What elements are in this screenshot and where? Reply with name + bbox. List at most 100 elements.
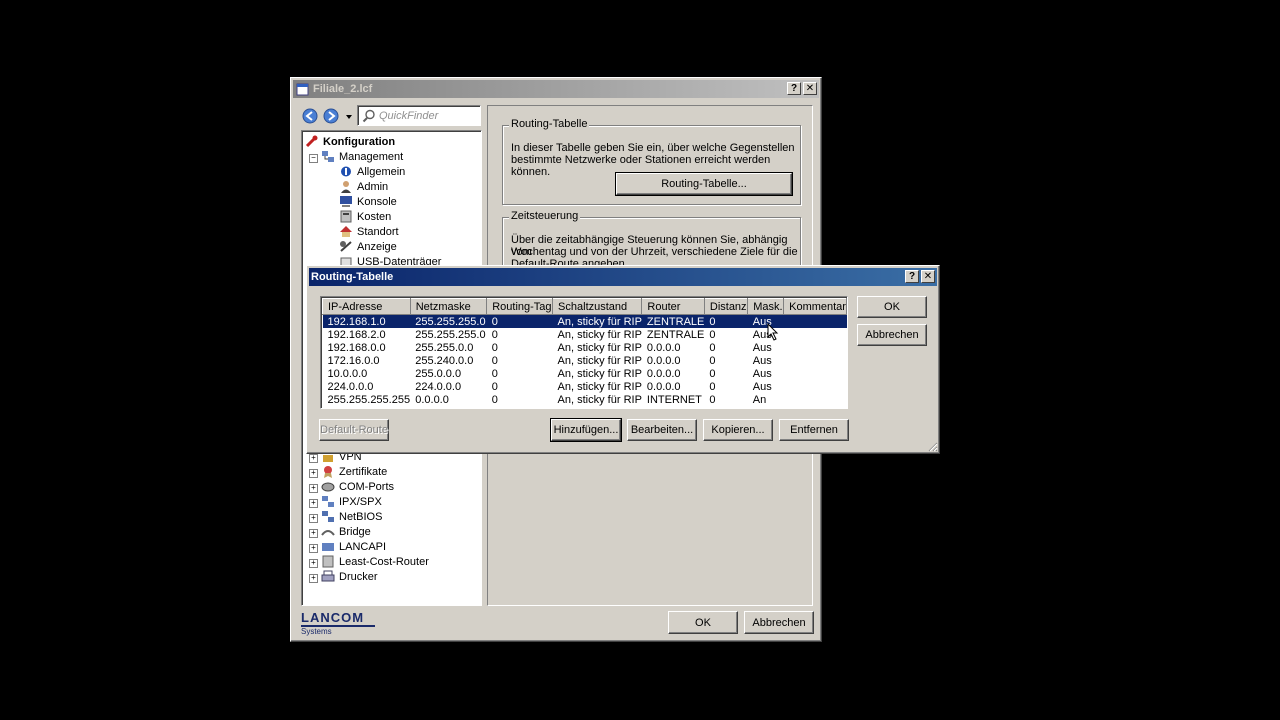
tree-item-kosten[interactable]: Kosten bbox=[339, 209, 391, 224]
col-netmask[interactable]: Netzmaske bbox=[409, 298, 488, 315]
route-row[interactable]: 255.255.255.255 0.0.0.0 0 An, sticky für RI… bbox=[323, 393, 847, 406]
col-state[interactable]: Schaltzustand bbox=[552, 298, 643, 315]
logo-sub: Systems bbox=[301, 627, 332, 636]
dialog-titlebar[interactable]: Routing-Tabelle ? ✕ bbox=[309, 268, 937, 286]
routing-table-button[interactable]: Routing-Tabelle... bbox=[615, 172, 793, 196]
cell-tag: 0 bbox=[491, 393, 498, 406]
cell-state: An, sticky für RIP bbox=[557, 380, 642, 393]
tree-item-drucker[interactable]: Drucker bbox=[321, 569, 378, 584]
forward-icon[interactable] bbox=[323, 108, 339, 124]
help-button[interactable]: ? bbox=[787, 82, 801, 95]
col-routing-tag[interactable]: Routing-Tag bbox=[486, 298, 554, 315]
cell-distance: 0 bbox=[709, 380, 716, 393]
route-row[interactable]: 172.16.0.0 255.240.0.0 0 An, sticky für RIP… bbox=[323, 354, 847, 367]
search-icon bbox=[362, 109, 375, 123]
tree-item-com-ports[interactable]: COM-Ports bbox=[321, 479, 394, 494]
tree-item-bridge[interactable]: Bridge bbox=[321, 524, 371, 539]
expand-toggle-zertifikate[interactable]: + bbox=[309, 469, 318, 478]
expand-toggle-netbios[interactable]: + bbox=[309, 514, 318, 523]
route-row[interactable]: 10.0.0.0 255.0.0.0 0 An, sticky für RIP 0.0.… bbox=[323, 367, 847, 380]
cell-tag: 0 bbox=[486, 314, 553, 328]
netbios-icon bbox=[322, 511, 334, 522]
cell-state: An, sticky für RIP bbox=[552, 314, 642, 328]
cell-netmask: 255.255.255.0 bbox=[410, 314, 487, 328]
quickfinder-field[interactable]: QuickFinder bbox=[357, 105, 481, 126]
cell-netmask: 255.240.0.0 bbox=[415, 354, 474, 367]
tree-item-netbios[interactable]: NetBIOS bbox=[321, 509, 382, 524]
cell-comment bbox=[784, 328, 847, 341]
col-comment[interactable]: Kommentar bbox=[783, 298, 847, 315]
cell-distance: 0 bbox=[709, 341, 716, 354]
cell-netmask: 255.255.0.0 bbox=[415, 341, 474, 354]
cell-router: ZENTRALE bbox=[641, 314, 705, 328]
route-row[interactable]: 192.168.0.0 255.255.0.0 0 An, sticky für RI… bbox=[323, 341, 847, 354]
cell-masq: An bbox=[752, 393, 767, 406]
cell-router: 0.0.0.0 bbox=[646, 367, 681, 380]
network-icon bbox=[322, 151, 334, 162]
chevron-down-icon[interactable] bbox=[345, 113, 353, 121]
cell-distance: 0 bbox=[704, 314, 748, 328]
routing-table-desc-line1: In dieser Tabelle geben Sie ein, über we… bbox=[511, 142, 795, 154]
dialog-cancel-button[interactable]: Abbrechen bbox=[857, 324, 927, 346]
cell-router: 0.0.0.0 bbox=[646, 380, 681, 393]
col-distance[interactable]: Distanz bbox=[703, 298, 749, 315]
tree-item-ipx[interactable]: IPX/SPX bbox=[321, 494, 382, 509]
admin-user-icon bbox=[341, 181, 351, 193]
ipx-icon bbox=[322, 496, 334, 507]
resize-grip-icon[interactable] bbox=[926, 440, 938, 452]
route-row[interactable]: 224.0.0.0 224.0.0.0 0 An, sticky für RIP 0.0… bbox=[323, 380, 847, 393]
cell-masq: Aus bbox=[752, 341, 772, 354]
edit-button[interactable]: Bearbeiten... bbox=[627, 419, 697, 441]
main-cancel-button[interactable]: Abbrechen bbox=[744, 611, 814, 634]
cell-tag: 0 bbox=[491, 367, 498, 380]
tree-item-standort[interactable]: Standort bbox=[339, 224, 399, 239]
routes-list-view[interactable]: IP-Adresse Netzmaske Routing-Tag Schaltz… bbox=[320, 296, 848, 409]
add-button[interactable]: Hinzufügen... bbox=[550, 418, 622, 442]
tree-item-konsole[interactable]: Konsole bbox=[339, 194, 397, 209]
tree-item-least-cost-router[interactable]: Least-Cost-Router bbox=[321, 554, 429, 569]
tree-item-admin[interactable]: Admin bbox=[339, 179, 388, 194]
dialog-help-button[interactable]: ? bbox=[905, 270, 919, 283]
tree-item-konfiguration[interactable]: Konfiguration bbox=[305, 134, 395, 149]
default-route-button[interactable]: Default-Route bbox=[319, 419, 389, 441]
cell-comment bbox=[784, 393, 847, 406]
expand-toggle-least-cost-router[interactable]: + bbox=[309, 559, 318, 568]
cell-state: An, sticky für RIP bbox=[557, 367, 642, 380]
col-router[interactable]: Router bbox=[641, 298, 705, 315]
remove-button[interactable]: Entfernen bbox=[779, 419, 849, 441]
cell-ip: 192.168.2.0 bbox=[327, 328, 386, 341]
back-icon[interactable] bbox=[302, 108, 318, 124]
router-icon bbox=[322, 555, 334, 568]
house-icon bbox=[340, 226, 352, 237]
col-masquerading[interactable]: Mask. bbox=[747, 298, 785, 315]
expand-toggle-bridge[interactable]: + bbox=[309, 529, 318, 538]
collapse-toggle-management[interactable]: − bbox=[309, 154, 318, 163]
cell-distance: 0 bbox=[709, 328, 716, 341]
copy-button[interactable]: Kopieren... bbox=[703, 419, 773, 441]
tree-item-zertifikate[interactable]: Zertifikate bbox=[321, 464, 387, 479]
dialog-close-button[interactable]: ✕ bbox=[921, 270, 935, 283]
cell-masq: Aus bbox=[752, 367, 772, 380]
lancapi-icon bbox=[322, 543, 334, 551]
cell-ip: 192.168.0.0 bbox=[327, 341, 386, 354]
expand-toggle-vpn[interactable]: + bbox=[309, 454, 318, 463]
main-ok-button[interactable]: OK bbox=[668, 611, 738, 634]
tree-item-lancapi[interactable]: LANCAPI bbox=[321, 539, 386, 554]
cell-ip: 224.0.0.0 bbox=[327, 380, 374, 393]
cell-masq: Aus bbox=[752, 354, 772, 367]
cell-comment bbox=[784, 380, 847, 393]
cell-ip: 172.16.0.0 bbox=[327, 354, 380, 367]
tree-item-anzeige[interactable]: Anzeige bbox=[339, 239, 397, 254]
dialog-ok-button[interactable]: OK bbox=[857, 296, 927, 318]
cell-comment bbox=[783, 314, 847, 328]
close-button[interactable]: ✕ bbox=[803, 82, 817, 95]
expand-toggle-com-ports[interactable]: + bbox=[309, 484, 318, 493]
tree-item-allgemein[interactable]: Allgemein bbox=[339, 164, 405, 179]
tree-item-management[interactable]: Management bbox=[321, 149, 403, 164]
expand-toggle-ipx[interactable]: + bbox=[309, 499, 318, 508]
cell-netmask: 224.0.0.0 bbox=[415, 380, 462, 393]
expand-toggle-drucker[interactable]: + bbox=[309, 574, 318, 583]
expand-toggle-lancapi[interactable]: + bbox=[309, 544, 318, 553]
col-ip-address[interactable]: IP-Adresse bbox=[322, 298, 411, 315]
config-window-titlebar[interactable]: Filiale_2.lcf ? ✕ bbox=[293, 80, 819, 98]
